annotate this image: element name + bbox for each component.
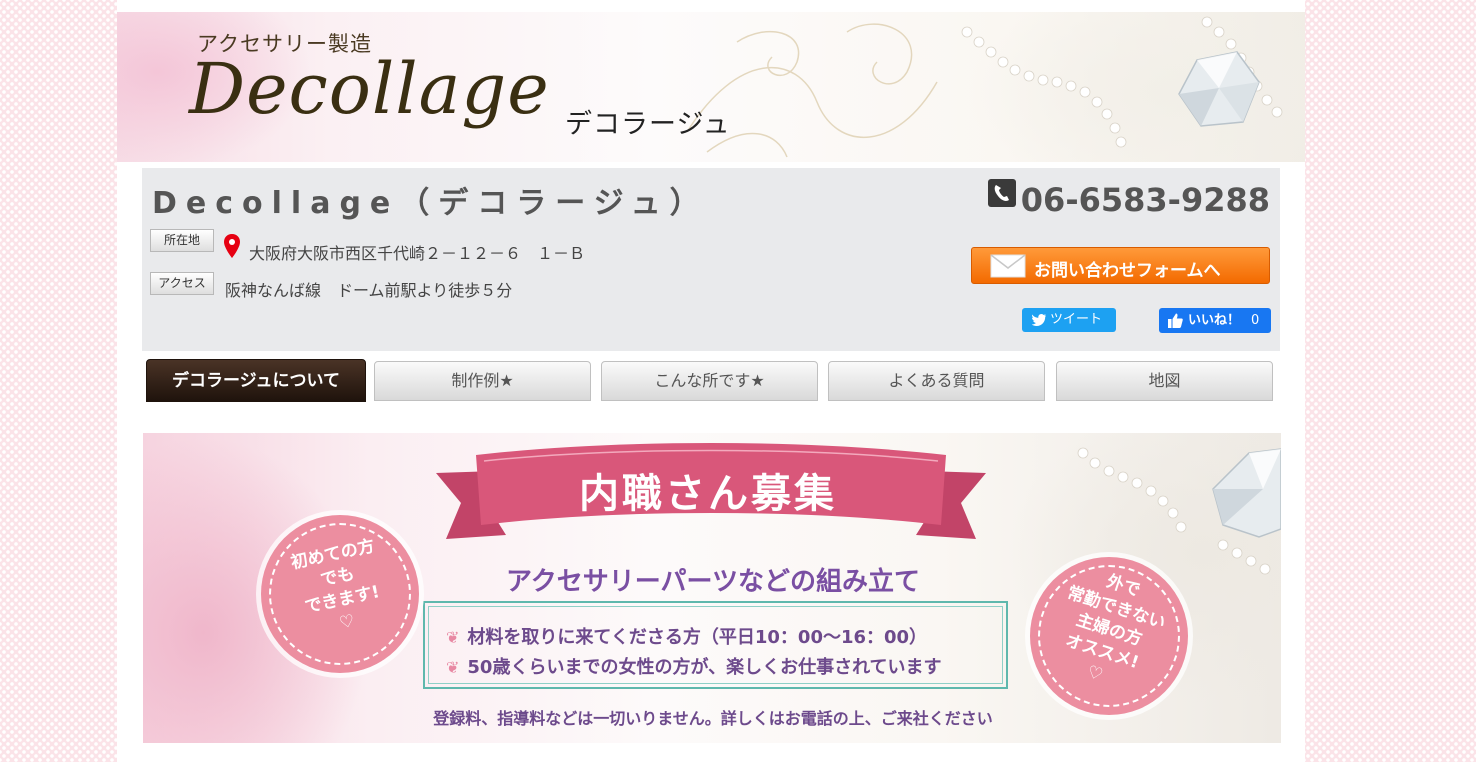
tulip-icon: ❦ — [446, 628, 460, 647]
recruit-banner[interactable]: 内職さん募集 アクセサリーパーツなどの組み立て ❦ 材料を取りに来てくださる方（平… — [143, 433, 1281, 743]
mail-icon — [990, 254, 1026, 278]
twitter-bird-icon — [1032, 314, 1046, 326]
tulip-icon: ❦ — [446, 658, 460, 677]
facebook-like-button[interactable]: いいね！ 0 — [1159, 308, 1271, 333]
recruit-title: 内職さん募集 — [579, 471, 837, 517]
page-container: アクセサリー製造 Decollage デコラージュ Decollage（デコラー… — [117, 0, 1305, 762]
map-pin-icon — [224, 234, 240, 258]
logo-text: Decollage — [189, 48, 550, 130]
badge-housewives: 外で 常勤できない 主婦の方 オススメ! ♡ — [1030, 557, 1188, 715]
main-nav: デコラージュについて 制作例★ こんな所です★ よくある質問 地図 — [146, 359, 1276, 403]
header-banner[interactable]: アクセサリー製造 Decollage デコラージュ — [117, 12, 1305, 162]
tweet-label: ツイート — [1050, 312, 1103, 327]
like-count: 0 — [1251, 313, 1260, 328]
recruit-note: 登録料、指導料などは一切いりません。詳しくはお電話の上、ご来社ください — [433, 709, 993, 728]
phone-icon — [988, 179, 1016, 207]
shop-name: Decollage（デコラージュ） — [152, 186, 709, 221]
thumbs-up-icon — [1168, 313, 1183, 328]
phone-number[interactable]: 06-6583-9288 — [1021, 181, 1270, 219]
like-label: いいね！ — [1188, 313, 1241, 328]
access-tag: アクセス — [150, 272, 214, 295]
contact-form-button[interactable]: お問い合わせフォームへ — [971, 247, 1270, 284]
pearl-necklace-icon — [961, 16, 1283, 148]
tab-place[interactable]: こんな所です★ — [601, 361, 818, 401]
logo-kana: デコラージュ — [565, 109, 731, 140]
tab-works[interactable]: 制作例★ — [374, 361, 591, 401]
address-text: 大阪府大阪市西区千代崎２－１２－６ １－Ｂ — [249, 244, 586, 263]
recruit-bullet: ❦ 50歳くらいまでの女性の方が、楽しくお仕事されています — [446, 657, 942, 678]
badge-beginners: 初めての方 でも できます! ♡ — [261, 515, 419, 673]
tweet-button[interactable]: ツイート — [1022, 308, 1116, 332]
tab-map[interactable]: 地図 — [1056, 361, 1273, 401]
recruit-bullet: ❦ 材料を取りに来てくださる方（平日10：00～16：00） — [446, 627, 928, 648]
contact-form-label: お問い合わせフォームへ — [1034, 261, 1221, 281]
recruit-subtitle: アクセサリーパーツなどの組み立て — [506, 567, 920, 597]
tab-faq[interactable]: よくある質問 — [828, 361, 1045, 401]
address-tag: 所在地 — [150, 229, 214, 252]
tab-about[interactable]: デコラージュについて — [146, 359, 366, 402]
access-text: 阪神なんば線 ドーム前駅より徒歩５分 — [225, 281, 513, 300]
shop-info-box: Decollage（デコラージュ） 所在地 大阪府大阪市西区千代崎２－１２－６ … — [142, 168, 1280, 351]
